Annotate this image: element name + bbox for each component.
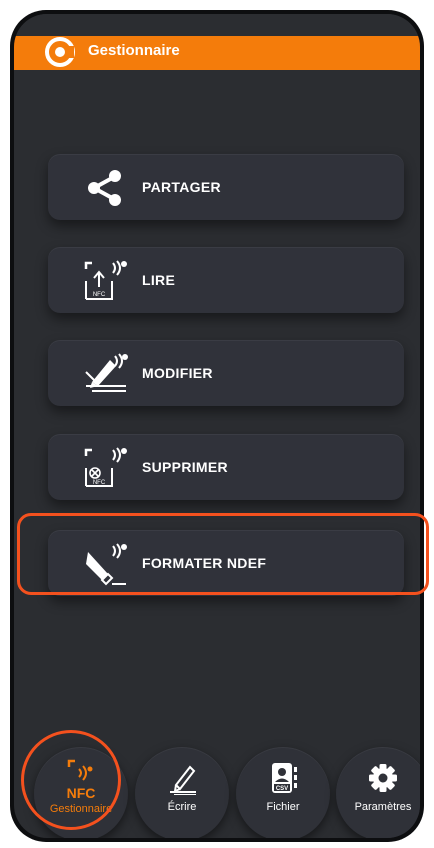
- nav-ecrire[interactable]: Écrire: [135, 747, 229, 838]
- modify-button[interactable]: MODIFIER: [48, 340, 404, 406]
- read-button[interactable]: NFC LIRE: [48, 247, 404, 313]
- share-label: PARTAGER: [142, 179, 221, 195]
- page-title: Gestionnaire: [88, 42, 180, 59]
- delete-button[interactable]: NFC SUPPRIMER: [48, 434, 404, 500]
- gear-icon: [369, 764, 397, 792]
- csv-file-icon: CSV: [272, 763, 297, 793]
- nfc-read-icon: NFC: [84, 260, 127, 300]
- highlight-nav-gestionnaire: [21, 730, 121, 830]
- device-frame: Gestionnaire PARTAGER NFC LIRE MODIFIER …: [10, 10, 424, 842]
- app-logo-icon: [45, 37, 75, 67]
- nav-fichier[interactable]: CSV Fichier: [236, 747, 330, 838]
- nav-parametres-label: Paramètres: [354, 801, 412, 813]
- nfc-text: NFC: [93, 480, 106, 486]
- edit-pen-icon: [85, 353, 128, 392]
- app-screen: Gestionnaire PARTAGER NFC LIRE MODIFIER …: [14, 14, 420, 838]
- nfc-delete-icon: NFC: [84, 447, 127, 487]
- modify-label: MODIFIER: [142, 365, 213, 381]
- nav-parametres[interactable]: Paramètres: [336, 747, 420, 838]
- delete-label: SUPPRIMER: [142, 459, 228, 475]
- share-button[interactable]: PARTAGER: [48, 154, 404, 220]
- app-bar: Gestionnaire: [14, 14, 420, 70]
- write-icon: [170, 765, 196, 795]
- nav-ecrire-label: Écrire: [167, 801, 197, 813]
- share-icon: [88, 170, 121, 206]
- nav-fichier-label: Fichier: [266, 801, 300, 813]
- highlight-format-ndef: [17, 513, 429, 595]
- csv-text: CSV: [276, 786, 288, 792]
- nfc-text: NFC: [93, 292, 106, 298]
- read-label: LIRE: [142, 272, 176, 288]
